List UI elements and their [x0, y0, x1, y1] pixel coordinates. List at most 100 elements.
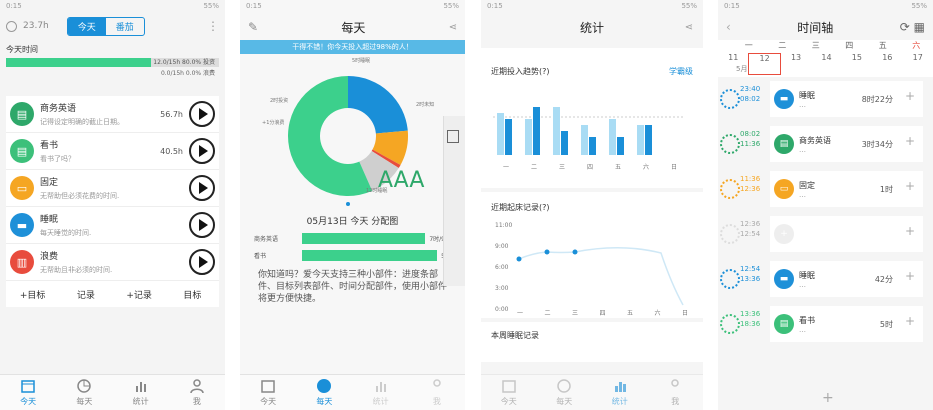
- calendar-icon[interactable]: ▦: [914, 20, 925, 34]
- more-icon[interactable]: ⋮: [207, 20, 219, 32]
- start-time: 13:36: [740, 310, 761, 318]
- status-bar: 0:15 55%: [718, 0, 933, 14]
- trend-bar: [581, 125, 588, 155]
- goal-button[interactable]: 目标: [166, 288, 219, 301]
- end-time: 12:36: [740, 185, 761, 193]
- category-item[interactable]: ▤ 商务英语 记得设定明确的截止日期。 56.7h: [6, 96, 219, 133]
- duration-label: 23.7h: [23, 21, 49, 31]
- date-cell[interactable]: 16: [872, 53, 902, 62]
- category-info: 固定 无帮助但必须花费的时间.: [40, 175, 183, 201]
- tab-stats[interactable]: 统计: [592, 375, 648, 410]
- tab-me[interactable]: 我: [648, 375, 704, 410]
- month-label: 5月: [736, 65, 748, 73]
- clock-icon: [720, 134, 740, 154]
- edit-icon[interactable]: ✎: [248, 20, 258, 34]
- date-cell[interactable]: 14: [811, 53, 841, 62]
- activity-name: 固定: [799, 180, 815, 190]
- trend-bar: [561, 131, 568, 155]
- sleep-card: 本周睡眠记录: [481, 322, 703, 362]
- tab-me[interactable]: 我: [409, 375, 465, 410]
- share-icon[interactable]: ⋖: [685, 22, 693, 33]
- play-button[interactable]: [189, 175, 215, 201]
- plus-icon[interactable]: +: [905, 314, 915, 328]
- tab-today[interactable]: 今天: [240, 375, 296, 410]
- category-info: 睡眠 每天睡觉的时间.: [40, 212, 183, 238]
- tab-stats[interactable]: 统计: [113, 375, 169, 410]
- add-goal-button[interactable]: +目标: [6, 288, 59, 301]
- play-button[interactable]: [189, 212, 215, 238]
- tab-stats-label: 统计: [372, 397, 389, 406]
- date-row: 11 12 13 14 15 16 17 5月: [718, 51, 933, 77]
- tab-today-label: 今天: [500, 397, 517, 406]
- tab-daily[interactable]: 每天: [56, 375, 112, 410]
- timeline-card[interactable]: ▤ 看书… 5时 +: [770, 306, 923, 342]
- category-item[interactable]: ▬ 睡眠 每天睡觉的时间.: [6, 207, 219, 244]
- y-tick-label: 3:00: [495, 285, 509, 292]
- plus-icon[interactable]: +: [905, 179, 915, 193]
- calendar-icon: [261, 380, 275, 393]
- pie-area: 5时睡眠 2时投资 +1分浪费 2时未知 12时睡眠 AAA: [240, 54, 465, 286]
- tab-daily-label: 每天: [556, 397, 573, 406]
- today-summary: 今天时间 12.0/15h 80.0% 投资 0.0/15h 0.0% 浪费: [0, 38, 225, 78]
- bar-chart-icon: [375, 382, 386, 392]
- play-button[interactable]: [189, 138, 215, 164]
- timeline-card[interactable]: ▬ 睡眠… 8时22分 +: [770, 81, 923, 117]
- category-item[interactable]: ▭ 固定 无帮助但必须花费的时间.: [6, 170, 219, 207]
- date-cell[interactable]: 15: [842, 53, 872, 62]
- trend-bar: [617, 137, 624, 155]
- date-cell[interactable]: 11: [718, 53, 748, 62]
- pie-label: 2时未知: [416, 101, 434, 108]
- category-hours: 56.7h: [160, 109, 183, 119]
- status-battery: 55%: [681, 2, 697, 10]
- timeline-card[interactable]: ▭ 固定… 1时 +: [770, 171, 923, 207]
- plus-icon[interactable]: +: [905, 224, 915, 238]
- category-desc: 记得设定明确的截止日期。: [40, 118, 124, 126]
- date-cell[interactable]: 13: [781, 53, 811, 62]
- add-record-button[interactable]: +记录: [113, 288, 166, 301]
- pie-icon: [317, 379, 332, 393]
- record-button[interactable]: 记录: [59, 288, 112, 301]
- tab-me[interactable]: 我: [169, 375, 225, 410]
- tab-daily[interactable]: 每天: [537, 375, 593, 410]
- tab-tomato-mode[interactable]: 番茄: [106, 18, 144, 35]
- category-info: 看书 看书了吗？: [40, 138, 160, 164]
- status-battery: 55%: [443, 2, 459, 10]
- x-tick-label: 日: [682, 310, 688, 317]
- refresh-icon[interactable]: ⟳ ▦: [900, 20, 925, 34]
- back-icon[interactable]: ‹: [726, 20, 731, 34]
- activity-duration: 1时: [879, 184, 893, 194]
- trend-card: 近期投入趋势(?) 学霸级 一 二 三 四 五 六 日: [481, 48, 703, 188]
- timeline-card[interactable]: ▬ 睡眠… 42分 +: [770, 261, 923, 297]
- page-title: 每天: [341, 20, 366, 35]
- activity-name: 看书: [799, 315, 815, 325]
- tab-stats[interactable]: 统计: [353, 375, 409, 410]
- play-button[interactable]: [189, 249, 215, 275]
- weekday: 三: [811, 41, 820, 50]
- date-cell[interactable]: 17: [903, 53, 933, 62]
- level-link[interactable]: 学霸级: [669, 66, 693, 77]
- weekday: 二: [778, 41, 787, 50]
- pie-slice: [348, 76, 408, 134]
- category-item[interactable]: ▥ 浪费 无帮助且非必须的时间.: [6, 244, 219, 281]
- tab-today-mode[interactable]: 今天: [67, 17, 106, 35]
- hbar-bar: [302, 250, 438, 261]
- pie-icon: [557, 379, 571, 393]
- category-desc: 无帮助但必须花费的时间.: [40, 192, 120, 200]
- hbar-label: 看书: [254, 253, 267, 260]
- tab-daily[interactable]: 每天: [296, 375, 352, 410]
- timeline-card[interactable]: ▤ 商务英语… 3时34分 +: [770, 126, 923, 162]
- share-icon[interactable]: ⋖: [449, 22, 457, 33]
- plus-icon[interactable]: +: [905, 269, 915, 283]
- category-item[interactable]: ▤ 看书 看书了吗？ 40.5h: [6, 133, 219, 170]
- add-icon[interactable]: +: [822, 390, 834, 406]
- plus-icon[interactable]: +: [905, 89, 915, 103]
- plus-icon[interactable]: +: [905, 134, 915, 148]
- trend-bar: [589, 137, 596, 155]
- empty-slot[interactable]: + +: [770, 216, 923, 252]
- date-cell[interactable]: 12: [748, 53, 781, 75]
- category-name: 商务英语: [40, 104, 77, 114]
- tab-today[interactable]: 今天: [0, 375, 56, 410]
- play-button[interactable]: [189, 101, 215, 127]
- tab-today[interactable]: 今天: [481, 375, 537, 410]
- notes-icon[interactable]: [447, 130, 459, 143]
